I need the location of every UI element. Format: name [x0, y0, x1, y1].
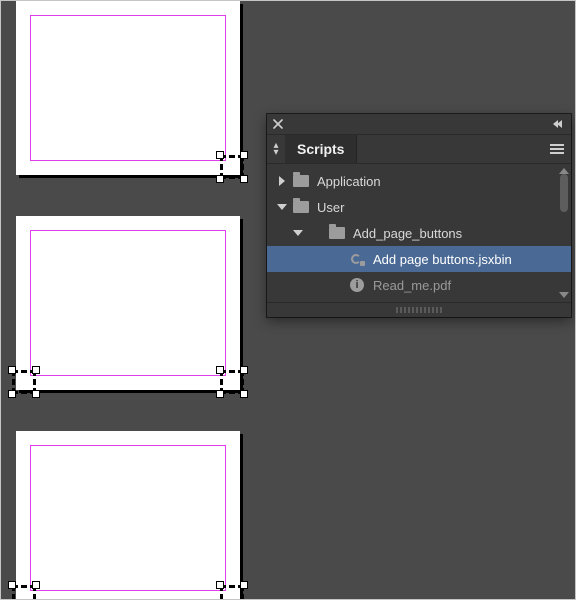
close-icon[interactable] [267, 114, 289, 134]
scripts-tree[interactable]: Application User Add_page_buttons [267, 164, 571, 302]
page-object-handle[interactable] [220, 585, 244, 600]
folder-icon [291, 173, 311, 189]
panel-resize-grip[interactable] [267, 302, 571, 317]
page-object-handle[interactable] [12, 370, 36, 394]
margin-guide [30, 445, 226, 591]
tab-scripts[interactable]: Scripts [285, 135, 357, 163]
info-icon: i [347, 277, 367, 293]
document-page[interactable] [16, 431, 240, 600]
tree-item-label: Application [317, 174, 381, 189]
folder-icon [291, 199, 311, 215]
panel-menu-icon[interactable] [543, 135, 571, 163]
tree-item-label: Add_page_buttons [353, 226, 462, 241]
panel-tab-bar: ▴▾ Scripts [267, 135, 571, 164]
tree-row-add-page-buttons-script[interactable]: Add page buttons.jsxbin [267, 246, 571, 272]
tree-item-label: Add page buttons.jsxbin [373, 252, 512, 267]
scroll-down-icon[interactable] [559, 292, 569, 298]
page-object-handle[interactable] [12, 585, 36, 600]
page-object-handle[interactable] [220, 155, 244, 179]
panel-titlebar[interactable] [267, 114, 571, 135]
tree-row-add-page-buttons-folder[interactable]: Add_page_buttons [267, 220, 571, 246]
tree-row-readme[interactable]: i Read_me.pdf [267, 272, 571, 298]
tree-item-label: Read_me.pdf [373, 278, 451, 293]
scripts-panel[interactable]: ▴▾ Scripts Application [267, 114, 571, 317]
chevron-down-icon[interactable] [273, 204, 291, 210]
tree-item-label: User [317, 200, 344, 215]
tree-scrollbar[interactable] [559, 168, 569, 298]
script-icon [347, 251, 367, 267]
panel-drag-handle[interactable]: ▴▾ [267, 135, 285, 163]
document-page[interactable] [16, 1, 240, 175]
panel-title: Scripts [297, 141, 344, 157]
chevron-right-icon[interactable] [273, 176, 291, 186]
collapse-panel-icon[interactable] [545, 120, 571, 128]
pasteboard[interactable]: ▴▾ Scripts Application [1, 1, 575, 599]
chevron-down-icon[interactable] [289, 230, 307, 236]
scroll-thumb[interactable] [560, 174, 568, 212]
margin-guide [30, 15, 226, 161]
page-object-handle[interactable] [220, 370, 244, 394]
tree-row-user[interactable]: User [267, 194, 571, 220]
tree-row-application[interactable]: Application [267, 168, 571, 194]
document-page[interactable] [16, 216, 240, 390]
folder-icon [327, 225, 347, 241]
margin-guide [30, 230, 226, 376]
